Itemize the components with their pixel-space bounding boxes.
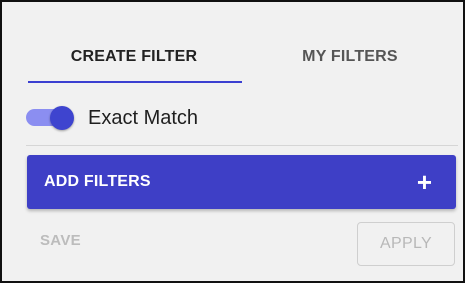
filter-tabs: CREATE FILTER MY FILTERS <box>26 30 458 85</box>
add-filters-button[interactable]: ADD FILTERS + <box>27 155 456 209</box>
divider <box>26 145 458 146</box>
exact-match-toggle[interactable] <box>26 106 78 130</box>
active-tab-indicator <box>28 81 242 83</box>
exact-match-row: Exact Match <box>26 100 458 136</box>
tab-my-filters[interactable]: MY FILTERS <box>242 30 458 83</box>
save-button[interactable]: SAVE <box>40 232 81 256</box>
tab-create-filter[interactable]: CREATE FILTER <box>26 30 242 83</box>
toggle-thumb <box>50 106 74 130</box>
exact-match-label: Exact Match <box>88 106 199 129</box>
plus-icon: + <box>416 167 432 197</box>
filter-panel: CREATE FILTER MY FILTERS Exact Match ADD… <box>0 0 465 283</box>
add-filters-label: ADD FILTERS <box>44 173 151 190</box>
apply-button[interactable]: APPLY <box>357 222 455 266</box>
